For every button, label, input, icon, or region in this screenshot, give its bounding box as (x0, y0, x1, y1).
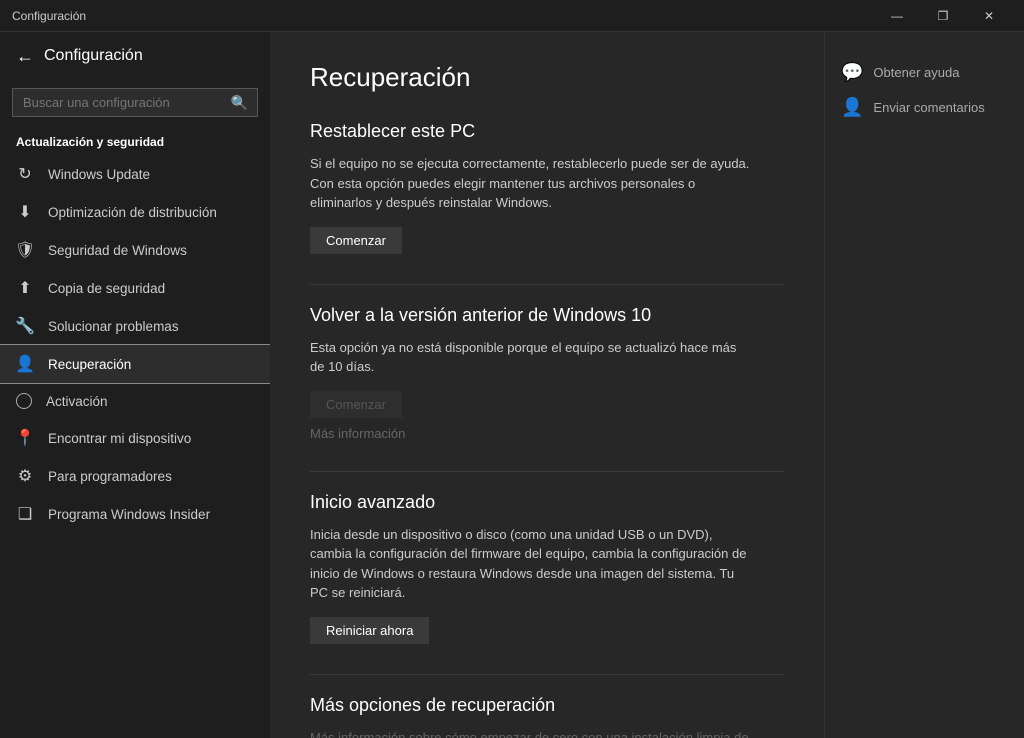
feedback-icon: 👤 (841, 97, 863, 118)
help-label: Obtener ayuda (873, 65, 959, 80)
sidebar-item-label: Seguridad de Windows (48, 243, 187, 258)
previous-begin-button: Comenzar (310, 391, 402, 418)
help-item[interactable]: 💬 Obtener ayuda (841, 62, 1008, 83)
sidebar-item-insider[interactable]: ❑ Programa Windows Insider (0, 495, 270, 533)
optimizacion-icon: ⬇ (16, 203, 34, 221)
back-button[interactable]: ← Configuración (0, 32, 270, 80)
sidebar-item-copia[interactable]: ⬆ Copia de seguridad (0, 269, 270, 307)
sidebar-item-label: Activación (46, 394, 108, 409)
section-advanced-desc: Inicia desde un dispositivo o disco (com… (310, 525, 750, 603)
titlebar-title: Configuración (12, 9, 874, 23)
encontrar-icon: 📍 (16, 429, 34, 447)
section-previous-version: Volver a la versión anterior de Windows … (310, 305, 784, 441)
main-layout: ← Configuración 🔍 Actualización y seguri… (0, 32, 1024, 738)
sidebar-item-label: Encontrar mi dispositivo (48, 431, 191, 446)
sidebar-item-label: Para programadores (48, 469, 172, 484)
divider-2 (310, 471, 784, 472)
recuperacion-icon: 👤 (16, 355, 34, 373)
search-input[interactable] (12, 88, 258, 117)
section-previous-desc: Esta opción ya no está disponible porque… (310, 338, 750, 377)
section-reset-desc: Si el equipo no se ejecuta correctamente… (310, 154, 750, 213)
section-more-desc: Más información sobre cómo empezar de ce… (310, 728, 750, 738)
section-previous-title: Volver a la versión anterior de Windows … (310, 305, 784, 326)
back-label: Configuración (44, 47, 143, 65)
help-icon: 💬 (841, 62, 863, 83)
sidebar-item-recuperacion[interactable]: 👤 Recuperación (0, 345, 270, 383)
page-title: Recuperación (310, 62, 784, 93)
sidebar-item-optimizacion[interactable]: ⬇ Optimización de distribución (0, 193, 270, 231)
divider-1 (310, 284, 784, 285)
feedback-label: Enviar comentarios (873, 100, 984, 115)
sidebar-item-seguridad[interactable]: 🛡 Seguridad de Windows (0, 231, 270, 269)
sidebar-item-encontrar[interactable]: 📍 Encontrar mi dispositivo (0, 419, 270, 457)
content-area: Recuperación Restablecer este PC Si el e… (270, 32, 824, 738)
sidebar-item-windows-update[interactable]: ↻ Windows Update (0, 155, 270, 193)
titlebar: Configuración — ❐ ✕ (0, 0, 1024, 32)
divider-3 (310, 674, 784, 675)
section-reset-title: Restablecer este PC (310, 121, 784, 142)
more-info-link: Más información (310, 426, 784, 441)
sidebar-item-activacion[interactable]: Activación (0, 383, 270, 419)
copia-icon: ⬆ (16, 279, 34, 297)
sidebar-item-label: Optimización de distribución (48, 205, 217, 220)
sidebar: ← Configuración 🔍 Actualización y seguri… (0, 32, 270, 738)
solucionar-icon: 🔧 (16, 317, 34, 335)
programadores-icon: ⚙ (16, 467, 34, 485)
sidebar-item-label: Recuperación (48, 357, 131, 372)
close-button[interactable]: ✕ (966, 0, 1012, 32)
search-container: 🔍 (12, 88, 258, 117)
insider-icon: ❑ (16, 505, 34, 523)
sidebar-item-programadores[interactable]: ⚙ Para programadores (0, 457, 270, 495)
section-advanced-start: Inicio avanzado Inicia desde un disposit… (310, 492, 784, 644)
seguridad-icon: 🛡 (16, 241, 34, 259)
section-more-title: Más opciones de recuperación (310, 695, 784, 716)
sidebar-item-solucionar[interactable]: 🔧 Solucionar problemas (0, 307, 270, 345)
restart-now-button[interactable]: Reiniciar ahora (310, 617, 429, 644)
sidebar-item-label: Windows Update (48, 167, 150, 182)
activacion-icon (16, 393, 32, 409)
titlebar-controls: — ❐ ✕ (874, 0, 1012, 32)
right-panel: 💬 Obtener ayuda 👤 Enviar comentarios (824, 32, 1024, 738)
reset-begin-button[interactable]: Comenzar (310, 227, 402, 254)
back-icon: ← (16, 46, 34, 67)
sidebar-item-label: Copia de seguridad (48, 281, 165, 296)
search-icon: 🔍 (231, 94, 248, 111)
minimize-button[interactable]: — (874, 0, 920, 32)
feedback-item[interactable]: 👤 Enviar comentarios (841, 97, 1008, 118)
sidebar-item-label: Programa Windows Insider (48, 507, 210, 522)
sidebar-section-title: Actualización y seguridad (0, 125, 270, 155)
section-reset-pc: Restablecer este PC Si el equipo no se e… (310, 121, 784, 254)
sidebar-item-label: Solucionar problemas (48, 319, 179, 334)
maximize-button[interactable]: ❐ (920, 0, 966, 32)
update-icon: ↻ (16, 165, 34, 183)
section-advanced-title: Inicio avanzado (310, 492, 784, 513)
section-more-options: Más opciones de recuperación Más informa… (310, 695, 784, 738)
